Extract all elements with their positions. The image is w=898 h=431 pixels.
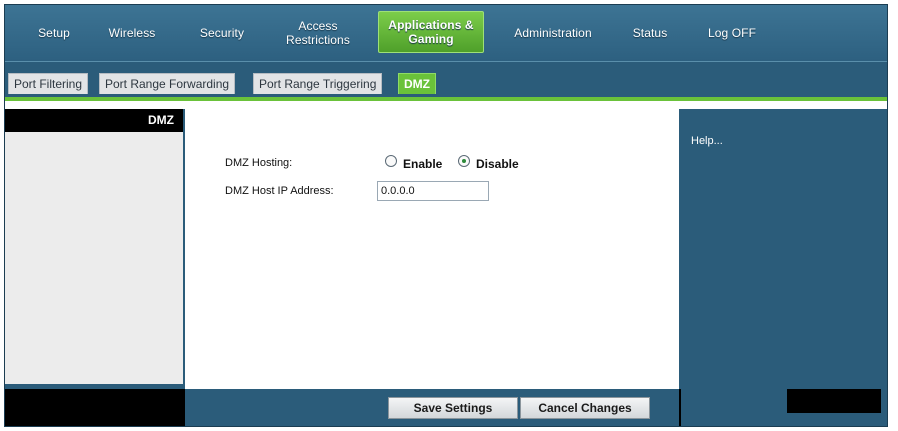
nav-access-restrictions-label: Access Restrictions (286, 19, 350, 47)
dmz-host-ip-label: DMZ Host IP Address: (225, 185, 334, 197)
dmz-disable-radio[interactable] (458, 155, 470, 167)
nav-security[interactable]: Security (187, 5, 257, 61)
tab-dmz-label: DMZ (404, 77, 430, 91)
nav-security-label: Security (199, 26, 245, 40)
help-panel: Help... (681, 109, 887, 389)
nav-status-label: Status (632, 26, 668, 40)
dmz-host-ip-input[interactable] (377, 181, 489, 201)
sub-navigation: Port Filtering Port Range Forwarding Por… (5, 62, 887, 97)
tab-port-range-forwarding-label: Port Range Forwarding (105, 77, 230, 91)
tab-dmz[interactable]: DMZ (398, 73, 436, 94)
dmz-enable-radio[interactable] (385, 155, 397, 167)
subnav-spacer (5, 101, 887, 109)
section-title: DMZ (5, 109, 183, 132)
cancel-changes-button[interactable]: Cancel Changes (520, 397, 650, 419)
tab-port-filtering-label: Port Filtering (14, 77, 83, 91)
nav-status[interactable]: Status (619, 5, 681, 61)
save-settings-button[interactable]: Save Settings (388, 397, 518, 419)
nav-log-off[interactable]: Log OFF (695, 5, 769, 61)
tab-port-range-triggering-label: Port Range Triggering (259, 77, 377, 91)
tab-port-range-triggering[interactable]: Port Range Triggering (253, 73, 383, 94)
nav-access-restrictions[interactable]: Access Restrictions (273, 5, 363, 61)
nav-applications-gaming-label: Applications & Gaming (388, 18, 474, 46)
footer-right-block (787, 389, 881, 413)
nav-log-off-label: Log OFF (707, 26, 757, 40)
nav-wireless-label: Wireless (108, 26, 156, 40)
dmz-settings-form: DMZ Hosting: Enable Disable DMZ Host IP … (185, 109, 679, 409)
nav-setup[interactable]: Setup (23, 5, 85, 61)
dmz-enable-label[interactable]: Enable (403, 157, 442, 171)
nav-setup-label: Setup (38, 26, 70, 40)
router-admin-frame: Setup Wireless Security Access Restricti… (4, 4, 888, 427)
help-link[interactable]: Help... (691, 135, 723, 147)
nav-administration[interactable]: Administration (499, 5, 607, 61)
nav-wireless[interactable]: Wireless (97, 5, 167, 61)
top-navigation: Setup Wireless Security Access Restricti… (5, 5, 887, 62)
dmz-hosting-label: DMZ Hosting: (225, 157, 293, 169)
left-panel: DMZ (5, 109, 183, 384)
dmz-disable-label[interactable]: Disable (476, 157, 519, 171)
tab-port-range-forwarding[interactable]: Port Range Forwarding (99, 73, 236, 94)
tab-port-filtering[interactable]: Port Filtering (8, 73, 89, 94)
nav-applications-gaming[interactable]: Applications & Gaming (378, 11, 484, 53)
nav-administration-label: Administration (514, 26, 592, 40)
